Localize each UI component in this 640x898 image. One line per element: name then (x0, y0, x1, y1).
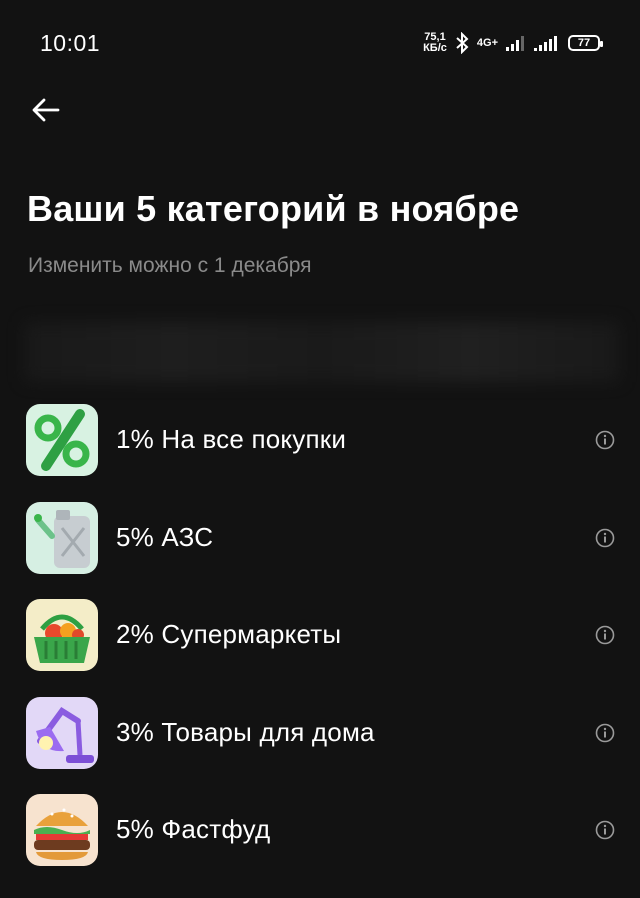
category-row-gas-stations[interactable]: 5% АЗС (0, 498, 640, 596)
category-row-home-goods[interactable]: 3% Товары для дома (0, 693, 640, 791)
category-label: 5% АЗС (116, 521, 214, 552)
category-label: 1% На все покупки (116, 424, 347, 454)
info-icon[interactable] (595, 625, 615, 645)
battery-indicator: 77 (568, 35, 603, 51)
info-icon[interactable] (595, 528, 615, 548)
status-icons: 75,1 КБ/с 4G+ 77 (423, 30, 603, 56)
category-row-all-purchases[interactable]: 1% На все покупки (0, 400, 640, 498)
page-subtitle: Изменить можно с 1 декабря (28, 254, 312, 277)
back-arrow-icon[interactable] (28, 92, 64, 128)
bluetooth-icon (456, 32, 469, 54)
category-label: 5% Фастфуд (116, 814, 271, 844)
network-speed-unit: КБ/с (423, 42, 447, 54)
network-speed: 75,1 КБ/с (423, 32, 447, 54)
category-label: 2% Супермаркеты (116, 619, 342, 649)
percent-icon (26, 404, 98, 476)
info-icon[interactable] (595, 430, 615, 450)
desk-lamp-icon (26, 696, 98, 769)
info-icon[interactable] (595, 723, 615, 743)
info-icon[interactable] (595, 820, 615, 840)
blurred-banner (24, 322, 620, 382)
page-title: Ваши 5 категорий в ноябре (27, 188, 520, 229)
category-row-fastfood[interactable]: 5% Фастфуд (0, 790, 640, 888)
category-row-supermarkets[interactable]: 2% Супермаркеты (0, 595, 640, 693)
fuel-canister-icon (26, 501, 98, 574)
signal-icon (506, 36, 524, 51)
signal-icon-2 (534, 36, 557, 51)
network-type: 4G+ (476, 37, 498, 49)
status-bar: 10:01 75,1 КБ/с 4G+ 77 (0, 0, 640, 86)
category-label: 3% Товары для дома (116, 716, 375, 747)
burger-icon (26, 794, 98, 866)
status-time: 10:01 (40, 30, 101, 56)
category-list: 1% На все покупки 5% АЗС 2% Супермаркеты… (0, 400, 640, 888)
grocery-basket-icon (26, 599, 98, 671)
